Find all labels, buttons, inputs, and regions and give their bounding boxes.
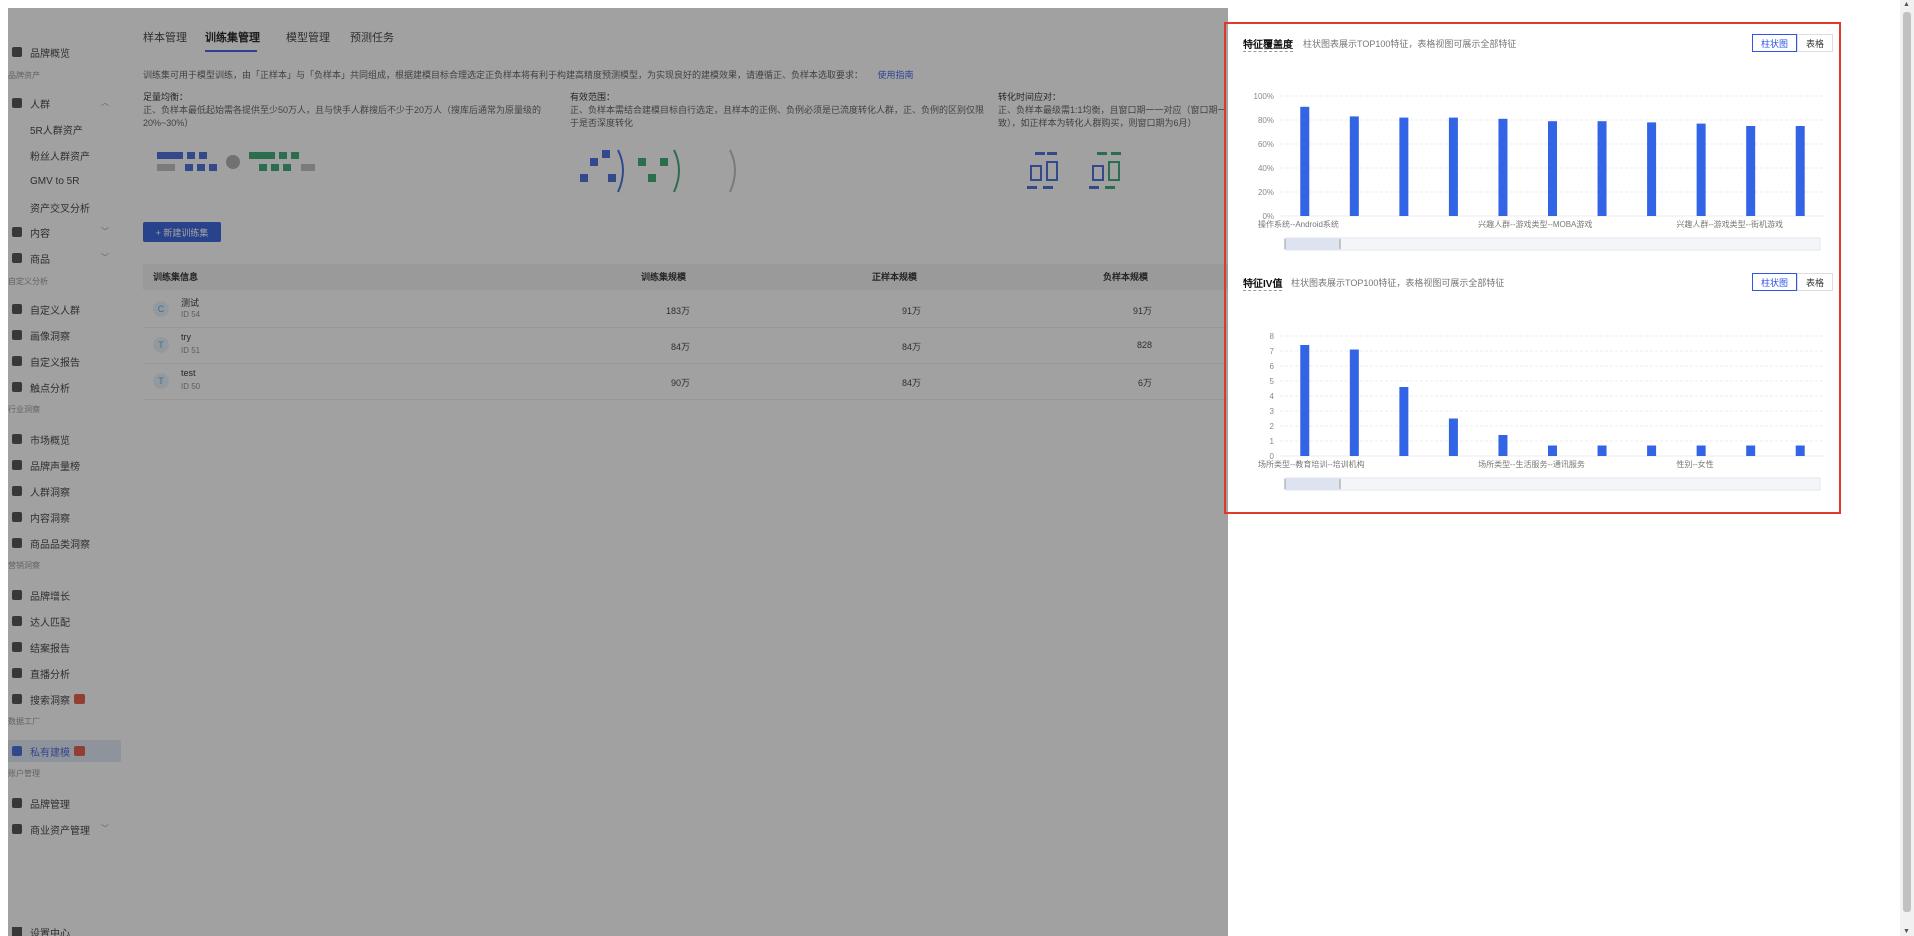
card-title: 特征覆盖度 bbox=[1243, 36, 1293, 52]
bar[interactable] bbox=[1696, 123, 1706, 216]
x-tick-label: 兴趣人群--游戏类型--街机游戏 bbox=[1676, 219, 1783, 229]
y-tick-label: 4 bbox=[1270, 392, 1275, 401]
bar[interactable] bbox=[1597, 445, 1607, 457]
zoom-slider-window[interactable] bbox=[1285, 238, 1340, 250]
bar-view-button[interactable]: 柱状图 bbox=[1752, 34, 1798, 52]
y-tick-label: 8 bbox=[1270, 332, 1275, 341]
table-view-button[interactable]: 表格 bbox=[1797, 34, 1834, 52]
feature-coverage-chart: 0%20%40%60%80%100%操作系统--Android系统 兴趣人群--游… bbox=[1254, 92, 1825, 251]
bar[interactable] bbox=[1399, 387, 1409, 456]
modal-mask[interactable] bbox=[8, 8, 1228, 936]
bar[interactable] bbox=[1349, 116, 1359, 216]
bar[interactable] bbox=[1448, 418, 1458, 457]
y-tick-label: 5 bbox=[1270, 377, 1275, 386]
scroll-thumb[interactable] bbox=[1903, 12, 1911, 912]
y-tick-label: 40% bbox=[1258, 164, 1274, 173]
view-toggle: 柱状图 表格 bbox=[1752, 273, 1834, 291]
page-scrollbar[interactable]: ▲ ▼ bbox=[1900, 0, 1914, 936]
scroll-up-icon[interactable]: ▲ bbox=[1903, 1, 1910, 8]
x-tick-label: 性别--女性 bbox=[1676, 459, 1713, 469]
y-tick-label: 20% bbox=[1258, 188, 1274, 197]
bar[interactable] bbox=[1399, 117, 1409, 216]
bar[interactable] bbox=[1448, 117, 1458, 216]
y-tick-label: 80% bbox=[1258, 116, 1274, 125]
bar[interactable] bbox=[1349, 349, 1359, 457]
y-tick-label: 7 bbox=[1270, 347, 1275, 356]
bar[interactable] bbox=[1498, 435, 1508, 456]
x-tick-label: 场所类型--教育培训--培训机构 bbox=[1258, 459, 1365, 469]
y-tick-label: 6 bbox=[1270, 362, 1275, 371]
y-tick-label: 3 bbox=[1270, 407, 1275, 416]
bar[interactable] bbox=[1795, 126, 1805, 216]
y-tick-label: 60% bbox=[1258, 140, 1274, 149]
y-tick-label: 2 bbox=[1270, 422, 1275, 431]
bar[interactable] bbox=[1548, 445, 1557, 457]
scroll-down-icon[interactable]: ▼ bbox=[1903, 928, 1910, 935]
zoom-slider-track[interactable] bbox=[1284, 477, 1821, 491]
y-tick-label: 100% bbox=[1254, 92, 1274, 101]
x-tick-label: 场所类型--生活服务--通讯服务 bbox=[1478, 459, 1585, 469]
card-title: 特征IV值 bbox=[1243, 275, 1283, 291]
bar[interactable] bbox=[1498, 118, 1508, 216]
x-tick-label: 操作系统--Android系统 bbox=[1258, 219, 1339, 229]
zoom-slider-window[interactable] bbox=[1285, 478, 1340, 490]
bar[interactable] bbox=[1647, 445, 1657, 457]
zoom-slider-track[interactable] bbox=[1284, 237, 1821, 251]
card-subtitle: 柱状图表展示TOP100特征，表格视图可展示全部特征 bbox=[1303, 39, 1517, 49]
bar[interactable] bbox=[1647, 122, 1657, 216]
view-toggle: 柱状图 表格 bbox=[1752, 34, 1834, 52]
card-subtitle: 柱状图表展示TOP100特征，表格视图可展示全部特征 bbox=[1291, 278, 1505, 288]
bar-view-button[interactable]: 柱状图 bbox=[1752, 273, 1798, 291]
bar[interactable] bbox=[1746, 445, 1756, 457]
bar[interactable] bbox=[1696, 445, 1706, 457]
bar[interactable] bbox=[1597, 121, 1607, 216]
y-tick-label: 1 bbox=[1270, 437, 1275, 446]
bar[interactable] bbox=[1300, 106, 1310, 216]
table-view-button[interactable]: 表格 bbox=[1797, 273, 1834, 291]
bar[interactable] bbox=[1300, 345, 1310, 456]
bar[interactable] bbox=[1746, 126, 1756, 216]
x-tick-label: 兴趣人群--游戏类型--MOBA游戏 bbox=[1478, 219, 1592, 229]
feature-iv-chart: 012345678场所类型--教育培训--培训机构 场所类型--生活服务--通讯服… bbox=[1258, 332, 1825, 491]
bar[interactable] bbox=[1548, 121, 1557, 216]
bar[interactable] bbox=[1795, 445, 1805, 457]
